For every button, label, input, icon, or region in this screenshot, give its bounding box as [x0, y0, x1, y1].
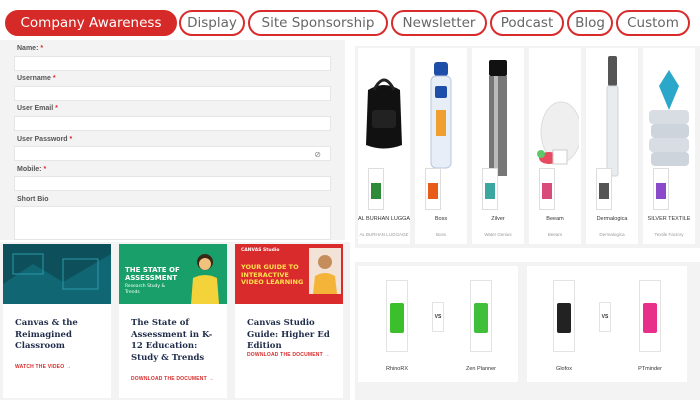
tab-display[interactable]: Display — [179, 10, 245, 36]
brand-logo — [639, 280, 661, 352]
brand-logo — [482, 168, 498, 210]
product-card[interactable]: Zilver Water Genius — [472, 48, 524, 244]
resource-cards: Canvas & the Reimagined Classroom WATCH … — [0, 242, 350, 400]
name-label: Name: * — [17, 45, 44, 52]
bio-textarea[interactable] — [14, 206, 331, 240]
product-name: AL BURHAN LUGGAGE — [358, 216, 410, 222]
email-label: User Email * — [17, 105, 58, 112]
product-name: Boss — [434, 216, 448, 222]
product-subtitle: Textile Factory — [654, 232, 684, 237]
watch-video-link[interactable]: WATCH THE VIDEO → — [15, 364, 71, 370]
name-field[interactable] — [14, 56, 331, 71]
resource-card[interactable]: CANVAS Studio YOUR GUIDE TO INTERACTIVE … — [235, 244, 343, 398]
brand-name: PTminder — [638, 366, 662, 372]
brand-name: Glofox — [556, 366, 572, 372]
comparison-card[interactable]: VS Glofox PTminder — [527, 266, 687, 382]
brand-name: RhinoRX — [385, 366, 408, 372]
brand-logo — [386, 280, 408, 352]
password-field[interactable]: ⊘ — [14, 146, 331, 161]
product-subtitle: Water Genius — [484, 232, 512, 237]
vs-badge: VS — [599, 302, 611, 332]
product-subtitle: AL BURHAN LUGGAGE — [359, 232, 409, 237]
password-label: User Password * — [17, 136, 73, 143]
brand-logo — [596, 168, 612, 210]
bio-label: Short Bio — [17, 196, 49, 203]
image-badge: CANVAS Studio — [241, 248, 280, 253]
image-subheading: Research Study & Trends — [125, 284, 166, 295]
download-document-link[interactable]: DOWNLOAD THE DOCUMENT → — [247, 352, 330, 358]
student-illustration — [191, 254, 219, 304]
page: Company Awareness Display Site Sponsorsh… — [0, 0, 700, 400]
username-label: Username * — [17, 75, 56, 82]
image-heading: THE STATE OF ASSESSMENT — [125, 266, 180, 282]
brand-logo — [368, 168, 384, 210]
product-name: Dermalogica — [596, 216, 628, 222]
eye-slash-icon[interactable]: ⊘ — [314, 150, 321, 159]
brand-logo — [470, 280, 492, 352]
product-name: Zilver — [491, 216, 505, 222]
vs-badge: VS — [432, 302, 444, 332]
product-card[interactable]: AL BURHAN LUGGAGE AL BURHAN LUGGAGE — [358, 48, 410, 244]
tab-custom[interactable]: Custom — [616, 10, 690, 36]
comparison-cards: VS RhinoRX Zen Planner VS Glofox PTminde… — [355, 262, 700, 400]
presenter-photo — [309, 248, 341, 294]
product-subtitle: Boss — [435, 232, 446, 237]
resource-title: Canvas Studio Guide: Higher Ed Edition — [247, 318, 330, 351]
download-document-link[interactable]: DOWNLOAD THE DOCUMENT → — [131, 376, 214, 382]
tab-podcast[interactable]: Podcast — [490, 10, 564, 36]
product-card[interactable]: Beeam Beeam — [529, 48, 582, 244]
product-grid: AL BURHAN LUGGAGE AL BURHAN LUGGAGE Boss… — [355, 46, 700, 248]
mobile-label: Mobile: * — [17, 166, 47, 173]
registration-form: Name: * Username * User Email * User Pas… — [0, 40, 345, 240]
product-subtitle: Beeam — [547, 232, 563, 237]
tab-blog[interactable]: Blog — [567, 10, 613, 36]
tab-company-awareness[interactable]: Company Awareness — [5, 10, 177, 36]
email-field[interactable] — [14, 116, 331, 131]
resource-image: THE STATE OF ASSESSMENT Research Study &… — [119, 244, 227, 304]
resource-title: Canvas & the Reimagined Classroom — [15, 318, 78, 351]
username-field[interactable] — [14, 86, 331, 101]
image-heading: YOUR GUIDE TO INTERACTIVE VIDEO LEARNING — [241, 263, 304, 286]
comparison-card[interactable]: VS RhinoRX Zen Planner — [358, 266, 518, 382]
product-card[interactable]: Boss Boss — [415, 48, 467, 244]
resource-image — [3, 244, 111, 304]
resource-card[interactable]: THE STATE OF ASSESSMENT Research Study &… — [119, 244, 227, 398]
tab-site-sponsorship[interactable]: Site Sponsorship — [248, 10, 388, 36]
resource-image: CANVAS Studio YOUR GUIDE TO INTERACTIVE … — [235, 244, 343, 304]
mobile-field[interactable] — [14, 176, 331, 191]
product-subtitle: Dermalogica — [599, 232, 625, 237]
tab-newsletter[interactable]: Newsletter — [391, 10, 487, 36]
brand-logo — [653, 168, 669, 210]
product-card[interactable]: SILVER TEXTILE Textile Factory — [643, 48, 695, 244]
brand-name: Zen Planner — [466, 366, 496, 372]
product-card[interactable]: Dermalogica Dermalogica — [586, 48, 638, 244]
resource-card[interactable]: Canvas & the Reimagined Classroom WATCH … — [3, 244, 111, 398]
product-name: Beeam — [546, 216, 564, 222]
brand-logo — [425, 168, 441, 210]
brand-logo — [553, 280, 575, 352]
resource-title: The State of Assessment in K-12 Educatio… — [131, 318, 213, 363]
product-name: SILVER TEXTILE — [647, 216, 691, 222]
brand-logo — [539, 168, 555, 210]
